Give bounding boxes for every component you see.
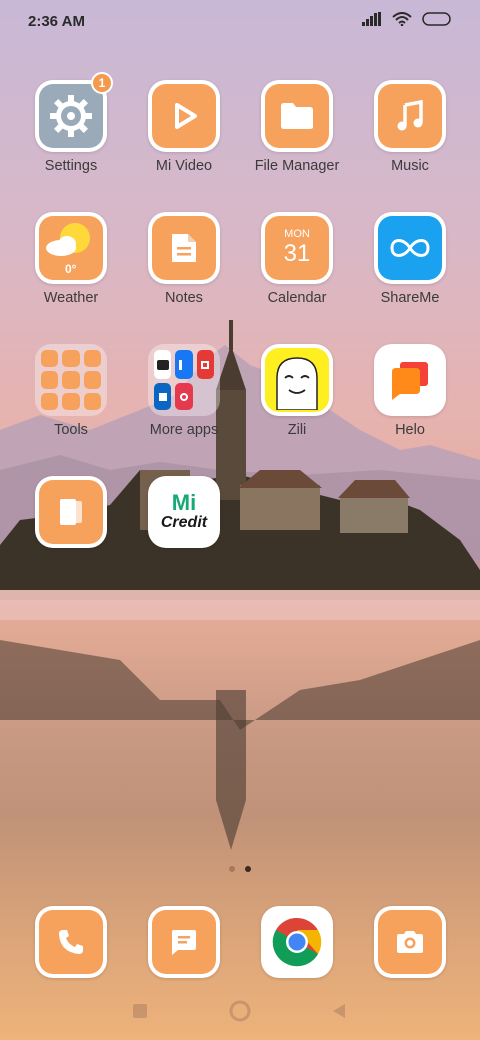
phone-icon [59,930,83,954]
dock-phone[interactable] [15,906,127,978]
mi-credit-logo: Mi [171,490,197,515]
calendar-day: MON [284,228,310,240]
app-zili[interactable]: Zili [241,344,353,438]
folder-preview [35,344,107,416]
dock-camera[interactable] [354,906,466,978]
app-notes[interactable]: Notes [128,212,240,306]
app-label: Calendar [267,290,327,306]
camera-icon [397,931,423,953]
app-label: ShareMe [380,290,440,306]
wifi-icon [392,12,412,26]
dock-chrome[interactable] [241,906,353,978]
app-label: Settings [44,158,98,174]
mi-credit-text: Credit [160,514,208,531]
folder-label: More apps [149,422,219,438]
app-label: Zili [287,422,307,438]
app-label: Music [391,158,429,174]
page-indicator [0,866,480,872]
app-weather[interactable]: 0° Weather [15,212,127,306]
infinity-icon [390,239,430,257]
music-note-icon [397,99,423,131]
app-helo[interactable]: Helo [354,344,466,438]
page-dot[interactable] [229,866,235,872]
calendar-date: 31 [283,240,311,267]
dock-messages[interactable] [128,906,240,978]
app-label: Mi Video [155,158,213,174]
folder-tools[interactable]: Tools [15,344,127,438]
app-shareme[interactable]: ShareMe [354,212,466,306]
app-label: File Manager [254,158,340,174]
folder-more-apps[interactable]: More apps [128,344,240,438]
gear-icon [50,95,92,137]
app-calendar[interactable]: MON 31 Calendar [241,212,353,306]
app-mi-video[interactable]: Mi Video [128,80,240,174]
recents-button[interactable] [133,1004,147,1018]
note-icon [172,234,196,262]
page-dot-active[interactable] [245,866,251,872]
weather-temp: 0° [65,262,77,276]
message-icon [172,930,196,955]
home-button[interactable] [229,1000,251,1022]
app-label: Helo [395,422,425,438]
amazon-icon [156,359,169,370]
play-icon [175,103,197,129]
app-mi-credit[interactable]: Mi Credit [128,476,240,548]
wps-icon [201,360,210,369]
chrome-icon [272,917,322,967]
app-label: Notes [165,290,203,306]
back-button[interactable] [333,1004,345,1018]
app-label: Weather [43,290,99,306]
folder-label: Tools [54,422,88,438]
folder-preview [148,344,220,416]
status-bar: 2:36 AM [0,0,480,44]
gaana-icon [179,392,188,401]
app-orange[interactable] [15,476,127,548]
folder-icon [281,103,313,129]
notification-badge: 1 [91,72,113,94]
app-music[interactable]: Music [354,80,466,174]
battery-icon [422,12,451,26]
facebook-icon [179,359,188,370]
linkedin-icon [158,392,167,401]
book-icon [60,499,82,525]
chat-bubble-icon [392,362,428,400]
navigation-bar [0,996,480,1026]
app-file-manager[interactable]: File Manager [241,80,353,174]
zili-face-icon [276,357,318,410]
signal-icon [362,12,381,26]
app-settings[interactable]: 1 Settings [15,72,127,174]
status-time: 2:36 AM [28,13,85,30]
status-icons [362,12,452,26]
